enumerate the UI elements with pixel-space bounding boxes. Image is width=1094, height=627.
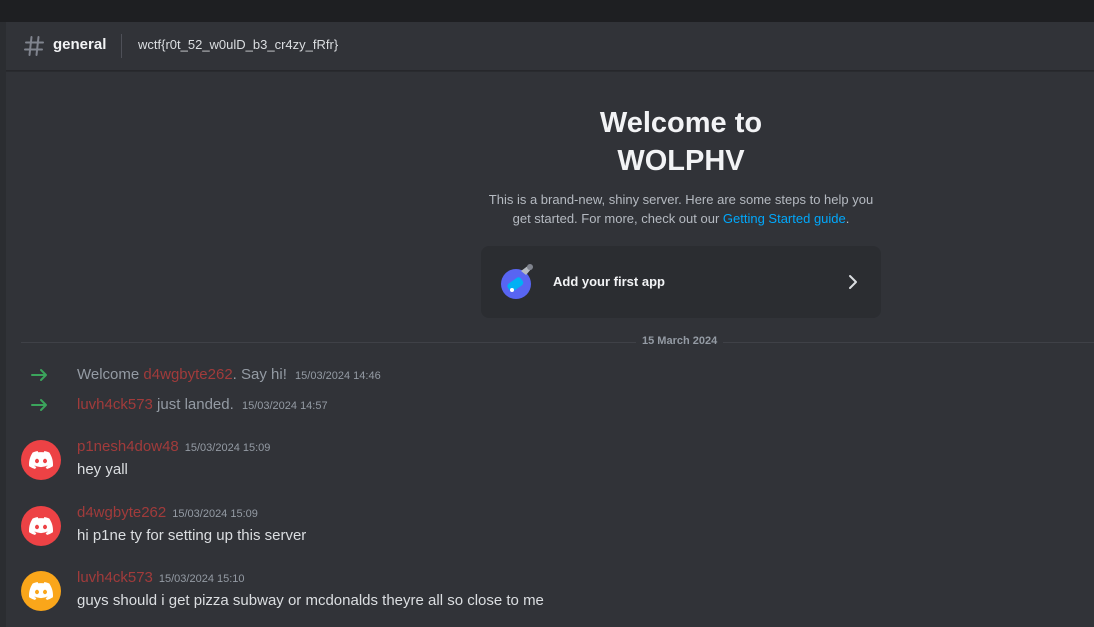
message-content: hi p1ne ty for setting up this server	[77, 527, 307, 544]
channel-topic[interactable]: wctf{r0t_52_w0ulD_b3_cr4zy_fRfr}	[138, 37, 338, 52]
hashtag-icon	[24, 36, 44, 56]
discord-logo-icon	[29, 451, 53, 469]
message-timestamp: 15/03/2024 15:10	[158, 573, 245, 585]
message-content: hey yall	[77, 461, 128, 478]
wrench-app-icon	[501, 264, 533, 299]
welcome-title: Welcome to WOLPHV	[481, 104, 881, 180]
system-message-suffix: just landed.	[152, 396, 234, 413]
welcome-title-line1: Welcome to	[599, 107, 763, 139]
system-message: luvh4ck573 just landed. 15/03/2024 14:57	[21, 394, 1094, 416]
system-message-text: luvh4ck573 just landed. 15/03/2024 14:57	[77, 396, 328, 413]
window-top-bar	[0, 0, 1094, 22]
add-app-label: Add your first app	[553, 274, 665, 289]
channel-header: general wctf{r0t_52_w0ulD_b3_cr4zy_fRfr}	[6, 22, 1094, 71]
system-message: Welcome d4wgbyte262. Say hi! 15/03/2024 …	[21, 364, 1094, 386]
getting-started-link[interactable]: Getting Started guide	[723, 211, 846, 226]
join-arrow-icon	[31, 369, 47, 381]
username[interactable]: d4wgbyte262	[143, 366, 232, 383]
message-header: d4wgbyte262 15/03/2024 15:09	[77, 504, 258, 522]
discord-logo-icon	[29, 517, 53, 535]
channel-name: general	[53, 36, 107, 53]
join-arrow-icon	[31, 399, 47, 411]
message-header: p1nesh4dow48 15/03/2024 15:09	[77, 438, 270, 456]
welcome-description: This is a brand-new, shiny server. Here …	[481, 190, 881, 228]
message-author[interactable]: p1nesh4dow48	[77, 438, 179, 455]
message-timestamp: 15/03/2024 15:09	[184, 442, 271, 454]
date-divider: 15 March 2024	[636, 335, 724, 347]
timestamp: 15/03/2024 14:46	[295, 370, 381, 382]
system-message-prefix: Welcome	[77, 366, 144, 383]
message: p1nesh4dow48 15/03/2024 15:09 hey yall	[21, 438, 1094, 492]
timestamp: 15/03/2024 14:57	[241, 400, 328, 412]
system-message-text: Welcome d4wgbyte262. Say hi! 15/03/2024 …	[77, 366, 381, 383]
message-author[interactable]: luvh4ck573	[77, 569, 153, 586]
message: d4wgbyte262 15/03/2024 15:09 hi p1ne ty f…	[21, 504, 1094, 558]
message: luvh4ck573 15/03/2024 15:10 guys should i…	[21, 569, 1094, 623]
discord-logo-icon	[29, 582, 53, 600]
avatar[interactable]	[21, 506, 61, 546]
avatar[interactable]	[21, 440, 61, 480]
chevron-right-icon	[849, 275, 857, 289]
message-content: guys should i get pizza subway or mcdona…	[77, 592, 544, 609]
sidebar-edge	[0, 22, 6, 627]
message-header: luvh4ck573 15/03/2024 15:10	[77, 569, 245, 587]
server-name: WOLPHV	[617, 145, 745, 177]
system-message-suffix: . Say hi!	[232, 366, 287, 383]
welcome-description-end: .	[845, 211, 850, 226]
message-author[interactable]: d4wgbyte262	[77, 504, 166, 521]
add-app-card[interactable]: Add your first app	[481, 246, 881, 318]
message-timestamp: 15/03/2024 15:09	[172, 508, 258, 520]
avatar[interactable]	[21, 571, 61, 611]
header-divider	[121, 34, 122, 58]
username[interactable]: luvh4ck573	[77, 396, 153, 413]
date-divider-line	[21, 342, 1094, 343]
